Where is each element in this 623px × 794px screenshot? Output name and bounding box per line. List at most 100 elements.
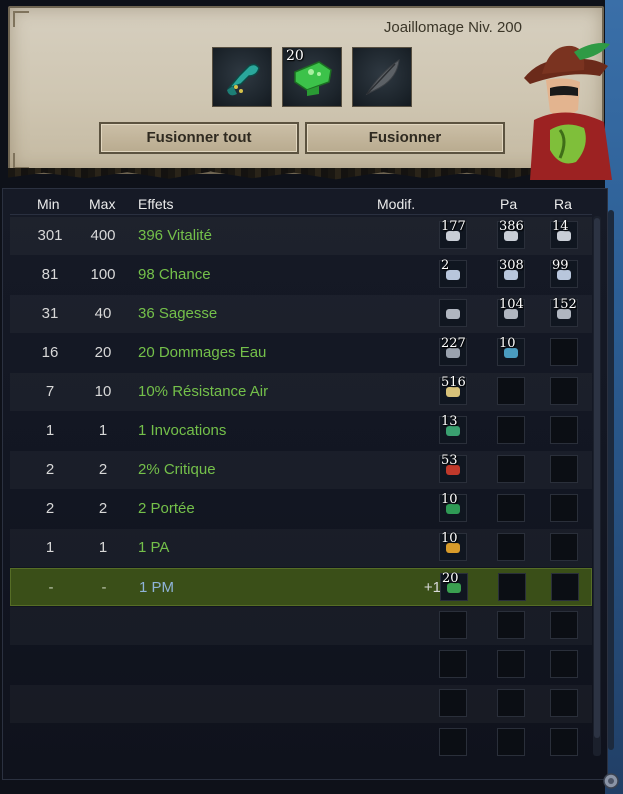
rune-slot-ra2[interactable]: 14: [550, 219, 578, 249]
min-value: 2: [45, 500, 55, 517]
table-row[interactable]: 301 400 396 Vitalité 177 386 14: [10, 217, 592, 255]
empty-rune-slot[interactable]: [497, 377, 525, 405]
rune-count: 227: [441, 336, 466, 351]
job-level-title: Joaillomage Niv. 200: [383, 19, 522, 36]
table-row[interactable]: 2 2 2 Portée 10: [10, 490, 592, 528]
empty-rune-slot[interactable]: [550, 377, 578, 405]
empty-rune-slot[interactable]: [550, 533, 578, 561]
rune-slot-ra2[interactable]: 152: [550, 297, 578, 327]
empty-rune-slot[interactable]: [498, 573, 526, 601]
rune-count: 10: [441, 531, 458, 546]
min-value: -: [48, 579, 54, 596]
rune-slot-ra[interactable]: 10: [497, 336, 525, 366]
effect-label: 1 PA: [138, 539, 170, 556]
rune-count: 308: [499, 258, 524, 273]
empty-rune-slot[interactable]: [550, 689, 578, 717]
frame-corner: [13, 11, 29, 27]
min-value: 1: [45, 422, 55, 439]
max-value: 1: [98, 539, 108, 556]
max-value: 10: [94, 383, 112, 400]
rune-slot-pa[interactable]: 13: [439, 414, 467, 444]
empty-rune-slot[interactable]: [550, 494, 578, 522]
empty-rune-slot[interactable]: [497, 533, 525, 561]
rune-slot-pa[interactable]: 53: [439, 453, 467, 483]
empty-rune-slot[interactable]: [497, 728, 525, 756]
min-value: 1: [45, 539, 55, 556]
item-count: 20: [286, 48, 304, 64]
empty-row: [10, 646, 592, 684]
table-row[interactable]: 1 1 1 PA 10: [10, 529, 592, 567]
empty-rune-slot[interactable]: [439, 611, 467, 639]
table-row[interactable]: - - 1 PM +1 20: [10, 568, 592, 606]
rune-count: 10: [499, 336, 516, 351]
empty-rune-slot[interactable]: [497, 416, 525, 444]
table-row[interactable]: 7 10 10% Résistance Air 516: [10, 373, 592, 411]
empty-rune-slot[interactable]: [497, 650, 525, 678]
rune-count: 14: [552, 219, 569, 234]
table-row[interactable]: 81 100 98 Chance 2 308 99: [10, 256, 592, 294]
rune-slot-pa[interactable]: 10: [439, 492, 467, 522]
effect-label: 2% Critique: [138, 461, 216, 478]
header-ra: Ra: [554, 196, 572, 212]
rune-slot-pa[interactable]: 177: [439, 219, 467, 249]
empty-rune-slot[interactable]: [551, 573, 579, 601]
empty-rune-slot[interactable]: [497, 455, 525, 483]
header-modif: Modif.: [377, 196, 416, 212]
item-slot[interactable]: 20: [282, 47, 342, 107]
outer-scrollbar[interactable]: [608, 210, 614, 750]
rune-slot-pa[interactable]: 2: [439, 258, 467, 288]
empty-rune-slot[interactable]: [550, 338, 578, 366]
rune-count: 104: [499, 297, 524, 312]
rune-slot-pa[interactable]: 20: [440, 571, 468, 601]
rune-slot-ra[interactable]: 386: [497, 219, 525, 249]
rune-slot[interactable]: [212, 47, 272, 107]
empty-rune-slot[interactable]: [550, 650, 578, 678]
resize-grip-icon[interactable]: [602, 772, 620, 790]
teal-rune-icon: [226, 63, 260, 96]
empty-rune-slot[interactable]: [550, 455, 578, 483]
empty-rune-slot[interactable]: [439, 728, 467, 756]
rune-slot-pa[interactable]: 516: [439, 375, 467, 405]
empty-rune-slot[interactable]: [550, 728, 578, 756]
max-value: 20: [94, 344, 112, 361]
max-value: 1: [98, 422, 108, 439]
empty-rune-slot[interactable]: [439, 650, 467, 678]
effect-label: 1 Invocations: [138, 422, 227, 439]
rune-slot-pa[interactable]: [439, 299, 467, 327]
empty-rune-slot[interactable]: [550, 611, 578, 639]
empty-rune-slot[interactable]: [497, 611, 525, 639]
rune-slot-ra[interactable]: 104: [497, 297, 525, 327]
empty-rune-slot[interactable]: [439, 689, 467, 717]
rune-icon: [446, 309, 460, 319]
effect-label: 36 Sagesse: [138, 305, 218, 322]
fuse-button[interactable]: Fusionner: [305, 122, 505, 154]
empty-row: [10, 607, 592, 645]
empty-rune-slot[interactable]: [550, 416, 578, 444]
table-row[interactable]: 16 20 20 Dommages Eau 227 10: [10, 334, 592, 372]
rune-slot-pa[interactable]: 10: [439, 531, 467, 561]
table-row[interactable]: 31 40 36 Sagesse 104 152: [10, 295, 592, 333]
max-value: -: [101, 579, 107, 596]
rune-slot-ra[interactable]: 308: [497, 258, 525, 288]
table-row[interactable]: 2 2 2% Critique 53: [10, 451, 592, 489]
empty-rune-slot[interactable]: [497, 494, 525, 522]
min-value: 16: [41, 344, 59, 361]
empty-row: [10, 724, 592, 762]
effect-label: 396 Vitalité: [138, 227, 212, 244]
table-row[interactable]: 1 1 1 Invocations 13: [10, 412, 592, 450]
torn-edge: [8, 168, 604, 180]
rune-slot-pa[interactable]: 227: [439, 336, 467, 366]
max-value: 2: [98, 461, 108, 478]
fuse-all-button[interactable]: Fusionner tout: [99, 122, 299, 154]
min-value: 31: [41, 305, 59, 322]
empty-rune-slot[interactable]: [497, 689, 525, 717]
max-value: 2: [98, 500, 108, 517]
min-value: 2: [45, 461, 55, 478]
effect-label: 98 Chance: [138, 266, 211, 283]
table-scrollbar[interactable]: [593, 216, 601, 756]
rune-slot-ra2[interactable]: 99: [550, 258, 578, 288]
feather-slot[interactable]: [352, 47, 412, 107]
max-value: 100: [90, 266, 116, 283]
scrollbar-thumb[interactable]: [594, 218, 600, 738]
rune-count: 13: [441, 414, 458, 429]
